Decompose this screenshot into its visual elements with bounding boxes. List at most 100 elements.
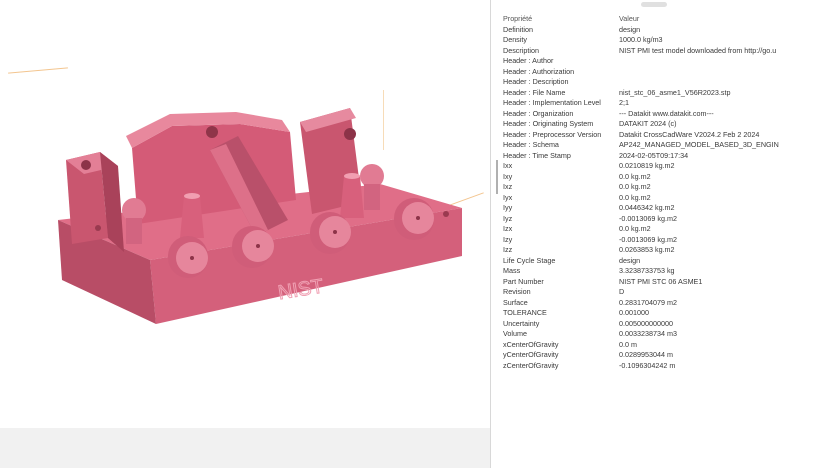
table-row[interactable]: zCenterOfGravity -0.1096304242 m: [503, 361, 825, 372]
3d-viewport[interactable]: NIST: [0, 0, 490, 468]
table-row[interactable]: Header : Organization --- Datakit www.dat…: [503, 109, 825, 120]
property-name: Density: [503, 35, 527, 44]
panel-resize-handle[interactable]: [641, 2, 667, 7]
property-name: Life Cycle Stage: [503, 255, 556, 265]
table-row[interactable]: Header : Author: [503, 56, 825, 67]
property-name: Ixy: [503, 171, 513, 181]
property-value: 0.0033238734 m3: [619, 329, 677, 338]
properties-table: Propriété Valeur Definition design Density…: [503, 14, 825, 371]
property-value: [619, 67, 825, 78]
property-value: 0.0 kg.m2: [619, 192, 651, 202]
property-name: Revision: [503, 287, 531, 296]
property-name: Header : Originating System: [503, 119, 594, 128]
table-row[interactable]: Iyz -0.0013069 kg.m2: [503, 214, 825, 225]
table-row[interactable]: Header : Description: [503, 77, 825, 88]
property-value: 0.0 kg.m2: [619, 182, 651, 191]
table-row[interactable]: Header : Schema AP242_MANAGED_MODEL_BASED…: [503, 140, 825, 151]
property-name: Ixx: [503, 161, 513, 170]
splitter-handle[interactable]: [496, 160, 498, 194]
table-row[interactable]: Header : File Name nist_stc_06_asme1_V56R…: [503, 88, 825, 99]
table-row[interactable]: Ixx 0.0210819 kg.m2: [503, 161, 825, 172]
property-value: [619, 56, 825, 67]
property-name: Header : Implementation Level: [503, 98, 601, 107]
table-row[interactable]: Surface 0.2831704079 m2: [503, 298, 825, 309]
table-row[interactable]: Definition design: [503, 25, 825, 36]
table-row[interactable]: xCenterOfGravity 0.0 m: [503, 340, 825, 351]
property-name: Header : Preprocessor Version: [503, 129, 602, 139]
table-row[interactable]: Header : Preprocessor Version Datakit Cro…: [503, 130, 825, 141]
property-value: NIST PMI STC 06 ASME1: [619, 276, 703, 286]
property-value: D: [619, 287, 625, 296]
property-name: Header : Time Stamp: [503, 150, 571, 160]
table-row[interactable]: Volume 0.0033238734 m3: [503, 329, 825, 340]
property-name: Header : Authorization: [503, 66, 575, 76]
property-name: Ixz: [503, 182, 513, 191]
property-value: 1000.0 kg/m3: [619, 35, 663, 44]
property-value: 0.0 kg.m2: [619, 224, 651, 233]
table-row[interactable]: Ixz 0.0 kg.m2: [503, 182, 825, 193]
property-value: DATAKIT 2024 (c): [619, 119, 677, 128]
property-name: Part Number: [503, 276, 544, 286]
table-row[interactable]: Izz 0.0263853 kg.m2: [503, 245, 825, 256]
property-value: 2;1: [619, 98, 629, 107]
property-value: -0.0013069 kg.m2: [619, 234, 677, 244]
property-name: yCenterOfGravity: [503, 350, 559, 359]
table-row[interactable]: Iyx 0.0 kg.m2: [503, 193, 825, 204]
viewport-footer: [0, 428, 490, 468]
property-name: Header : Schema: [503, 140, 559, 149]
table-row[interactable]: Uncertainty 0.005000000000: [503, 319, 825, 330]
table-row[interactable]: Izx 0.0 kg.m2: [503, 224, 825, 235]
table-row[interactable]: Life Cycle Stage design: [503, 256, 825, 267]
property-name: Volume: [503, 329, 527, 338]
column-header-value[interactable]: Valeur: [619, 14, 825, 25]
cylinder-1: [168, 236, 208, 278]
property-value: 0.2831704079 m2: [619, 297, 677, 307]
table-row[interactable]: TOLERANCE 0.001000: [503, 308, 825, 319]
property-value: 0.0263853 kg.m2: [619, 245, 675, 254]
property-name: Izx: [503, 224, 513, 233]
property-name: Definition: [503, 24, 533, 34]
table-row[interactable]: Header : Authorization: [503, 67, 825, 78]
table-row[interactable]: Izy -0.0013069 kg.m2: [503, 235, 825, 246]
table-row[interactable]: Header : Originating System DATAKIT 2024 …: [503, 119, 825, 130]
property-value: -0.1096304242 m: [619, 360, 676, 370]
property-name: Header : Organization: [503, 108, 574, 118]
table-row[interactable]: Part Number NIST PMI STC 06 ASME1: [503, 277, 825, 288]
table-row[interactable]: Iyy 0.0446342 kg.m2: [503, 203, 825, 214]
property-value: --- Datakit www.datakit.com---: [619, 108, 714, 118]
column-header-property[interactable]: Propriété: [503, 14, 619, 25]
property-value: design: [619, 24, 641, 34]
table-row[interactable]: yCenterOfGravity 0.0289953044 m: [503, 350, 825, 361]
property-value: nist_stc_06_asme1_V56R2023.stp: [619, 87, 731, 97]
table-row[interactable]: Description NIST PMI test model downloade…: [503, 46, 825, 57]
table-row[interactable]: Header : Time Stamp 2024-02-05T09:17:34: [503, 151, 825, 162]
property-name: xCenterOfGravity: [503, 339, 559, 349]
property-value: 0.0446342 kg.m2: [619, 203, 675, 212]
property-name: Mass: [503, 266, 521, 275]
property-name: Izz: [503, 245, 513, 254]
property-value: AP242_MANAGED_MODEL_BASED_3D_ENGIN: [619, 140, 779, 149]
property-name: Uncertainty: [503, 318, 540, 328]
property-value: 0.0 m: [619, 339, 637, 349]
property-value: 0.0289953044 m: [619, 350, 673, 359]
table-row[interactable]: Header : Implementation Level 2;1: [503, 98, 825, 109]
property-name: Izy: [503, 234, 513, 244]
property-value: 2024-02-05T09:17:34: [619, 150, 689, 160]
table-header: Propriété Valeur: [503, 14, 825, 25]
property-name: Iyy: [503, 203, 513, 212]
property-value: NIST PMI test model downloaded from http…: [619, 45, 777, 55]
property-value: -0.0013069 kg.m2: [619, 213, 677, 223]
property-name: zCenterOfGravity: [503, 360, 559, 370]
property-name: Iyx: [503, 192, 513, 202]
table-row[interactable]: Revision D: [503, 287, 825, 298]
property-value: 0.005000000000: [619, 318, 673, 328]
table-row[interactable]: Density 1000.0 kg/m3: [503, 35, 825, 46]
cad-model[interactable]: NIST: [0, 0, 490, 428]
property-value: 0.001000: [619, 308, 649, 317]
property-value: 0.0 kg.m2: [619, 171, 651, 181]
property-name: Description: [503, 45, 539, 55]
table-row[interactable]: Mass 3.3238733753 kg: [503, 266, 825, 277]
property-name: Header : File Name: [503, 87, 566, 97]
table-row[interactable]: Ixy 0.0 kg.m2: [503, 172, 825, 183]
property-name: Iyz: [503, 213, 513, 223]
